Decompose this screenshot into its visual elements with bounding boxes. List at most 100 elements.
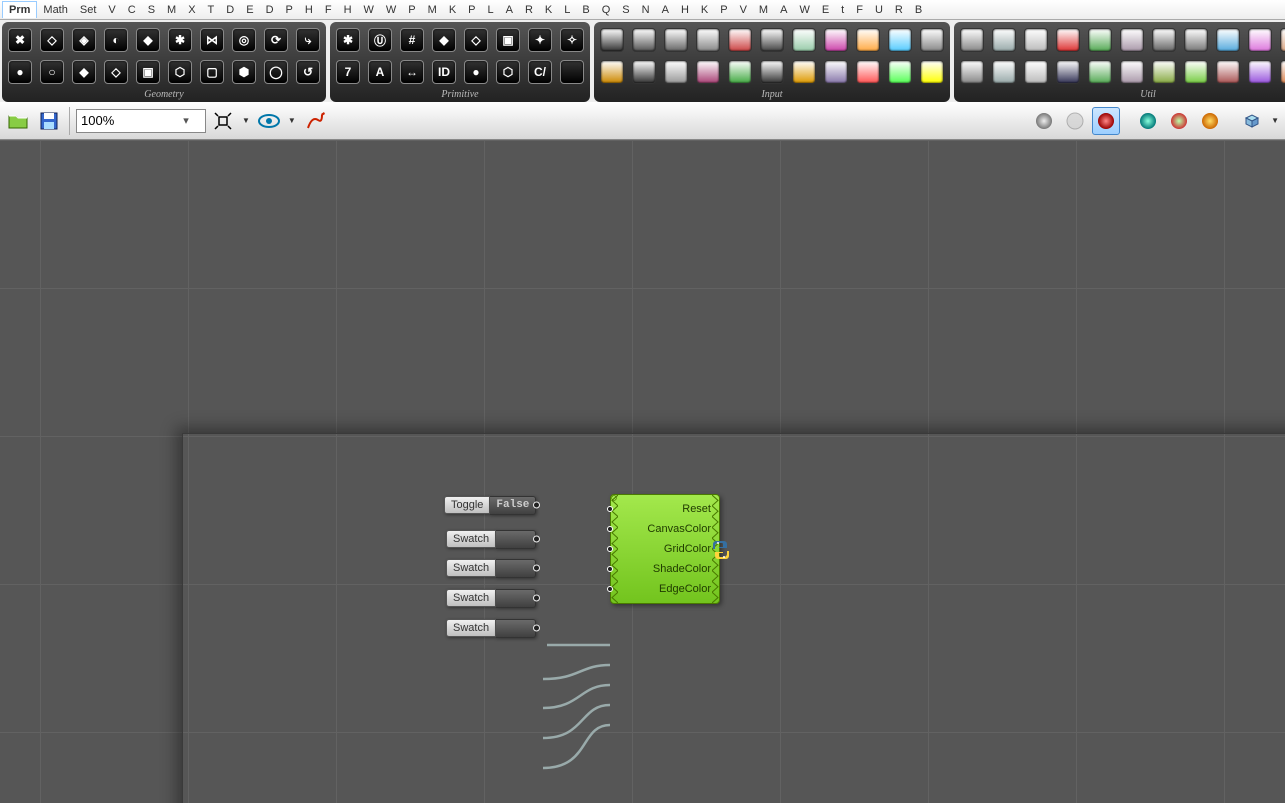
editor-canvas[interactable]: ToggleFalseSwatchSwatchSwatchSwatch Rese…	[0, 140, 1285, 803]
sketch-button[interactable]	[301, 107, 329, 135]
menu-item[interactable]: M	[422, 2, 443, 18]
zoom-input[interactable]	[77, 113, 177, 128]
ribbon-tool-icon[interactable]: ◇	[461, 25, 491, 55]
ribbon-tool-icon[interactable]	[1053, 25, 1083, 55]
ribbon-tool-icon[interactable]	[629, 57, 659, 87]
component-value-grip[interactable]	[496, 530, 536, 549]
ribbon-tool-icon[interactable]: ⬡	[165, 57, 195, 87]
ribbon-tool-icon[interactable]	[1021, 25, 1051, 55]
ribbon-tool-icon[interactable]	[1117, 25, 1147, 55]
component-value-grip[interactable]: False	[490, 496, 536, 515]
ribbon-tool-icon[interactable]: ◎	[229, 25, 259, 55]
menu-item[interactable]: E	[240, 2, 259, 18]
ribbon-tool-icon[interactable]	[1277, 57, 1285, 87]
menu-item[interactable]: A	[500, 2, 519, 18]
swatch-component[interactable]: Swatch	[446, 618, 536, 638]
python-script-component[interactable]: Reset CanvasColor GridColor ShadeColor E…	[610, 494, 720, 604]
ribbon-tool-icon[interactable]	[853, 57, 883, 87]
python-input-canvascolor[interactable]: CanvasColor	[611, 519, 719, 539]
ribbon-tool-icon[interactable]: ◆	[69, 57, 99, 87]
ribbon-tool-icon[interactable]	[725, 25, 755, 55]
ribbon-tool-icon[interactable]: ◈	[69, 25, 99, 55]
menu-item[interactable]: H	[338, 2, 358, 18]
ribbon-tool-icon[interactable]	[789, 57, 819, 87]
menu-item[interactable]: Prm	[2, 1, 37, 18]
ribbon-tool-icon[interactable]: ▣	[133, 57, 163, 87]
ribbon-tool-icon[interactable]	[557, 57, 587, 87]
menu-item[interactable]: Q	[596, 2, 617, 18]
menu-item[interactable]: K	[695, 2, 714, 18]
ribbon-tool-icon[interactable]: ⬢	[229, 57, 259, 87]
ribbon-tool-icon[interactable]	[1053, 57, 1083, 87]
ribbon-tool-icon[interactable]: ✧	[557, 25, 587, 55]
ribbon-tool-icon[interactable]: ◇	[101, 57, 131, 87]
ribbon-tool-icon[interactable]	[693, 25, 723, 55]
menu-item[interactable]: B	[909, 2, 928, 18]
menu-item[interactable]: D	[220, 2, 240, 18]
ribbon-tool-icon[interactable]	[1149, 57, 1179, 87]
ribbon-tool-icon[interactable]	[1245, 25, 1275, 55]
zoom-combo[interactable]: ▾	[76, 109, 206, 133]
menu-item[interactable]: M	[753, 2, 774, 18]
menu-item[interactable]: D	[260, 2, 280, 18]
menu-item[interactable]: S	[616, 2, 635, 18]
menu-item[interactable]: R	[889, 2, 909, 18]
menu-item[interactable]: t	[835, 2, 850, 18]
ribbon-tool-icon[interactable]: ◯	[261, 57, 291, 87]
ribbon-tool-icon[interactable]	[917, 57, 947, 87]
menu-item[interactable]: L	[558, 2, 576, 18]
ribbon-tool-icon[interactable]: ✖	[5, 25, 35, 55]
ribbon-tool-icon[interactable]: ✱	[333, 25, 363, 55]
preview-button[interactable]	[255, 107, 283, 135]
menu-item[interactable]: A	[656, 2, 675, 18]
ribbon-tool-icon[interactable]	[597, 57, 627, 87]
ribbon-tool-icon[interactable]: ▣	[493, 25, 523, 55]
ribbon-tool-icon[interactable]	[661, 57, 691, 87]
menu-item[interactable]: U	[869, 2, 889, 18]
menu-item[interactable]: H	[675, 2, 695, 18]
menu-item[interactable]: P	[280, 2, 299, 18]
ribbon-tool-icon[interactable]	[725, 57, 755, 87]
component-value-grip[interactable]	[496, 619, 536, 638]
menu-item[interactable]: A	[774, 2, 793, 18]
ribbon-tool-icon[interactable]	[885, 57, 915, 87]
swatch-component[interactable]: Swatch	[446, 588, 536, 608]
ribbon-tool-icon[interactable]: ○	[37, 57, 67, 87]
menu-item[interactable]: W	[380, 2, 402, 18]
ribbon-tool-icon[interactable]	[821, 57, 851, 87]
ribbon-tool-icon[interactable]: ⋈	[197, 25, 227, 55]
menu-item[interactable]: X	[182, 2, 201, 18]
ribbon-tool-icon[interactable]: ↺	[293, 57, 323, 87]
python-input-reset[interactable]: Reset	[611, 499, 719, 519]
ribbon-tool-icon[interactable]: ▢	[197, 57, 227, 87]
ribbon-tool-icon[interactable]	[989, 57, 1019, 87]
ribbon-tool-icon[interactable]	[1085, 57, 1115, 87]
ribbon-tool-icon[interactable]	[885, 25, 915, 55]
python-input-shadecolor[interactable]: ShadeColor	[611, 559, 719, 579]
ribbon-tool-icon[interactable]: Ⓤ	[365, 25, 395, 55]
ribbon-tool-icon[interactable]	[1213, 25, 1243, 55]
component-value-grip[interactable]	[496, 589, 536, 608]
menu-item[interactable]: P	[714, 2, 733, 18]
ribbon-tool-icon[interactable]: ◇	[37, 25, 67, 55]
ribbon-tool-icon[interactable]: ⬡	[493, 57, 523, 87]
menu-item[interactable]: F	[850, 2, 869, 18]
shade-ghost-button[interactable]	[1061, 107, 1089, 135]
ribbon-tool-icon[interactable]	[1149, 25, 1179, 55]
ribbon-tool-icon[interactable]	[1085, 25, 1115, 55]
menu-item[interactable]: V	[734, 2, 753, 18]
menu-item[interactable]: F	[319, 2, 338, 18]
ribbon-tool-icon[interactable]	[661, 25, 691, 55]
ribbon-tool-icon[interactable]	[1117, 57, 1147, 87]
ribbon-tool-icon[interactable]	[853, 25, 883, 55]
menu-item[interactable]: C	[122, 2, 142, 18]
component-value-grip[interactable]	[496, 559, 536, 578]
ribbon-tool-icon[interactable]	[629, 25, 659, 55]
ribbon-tool-icon[interactable]: ✦	[525, 25, 555, 55]
menu-item[interactable]: N	[636, 2, 656, 18]
ribbon-tool-icon[interactable]	[597, 25, 627, 55]
ribbon-tool-icon[interactable]	[821, 25, 851, 55]
menu-item[interactable]: Set	[74, 2, 103, 18]
ribbon-tool-icon[interactable]	[1021, 57, 1051, 87]
menu-item[interactable]: P	[462, 2, 481, 18]
